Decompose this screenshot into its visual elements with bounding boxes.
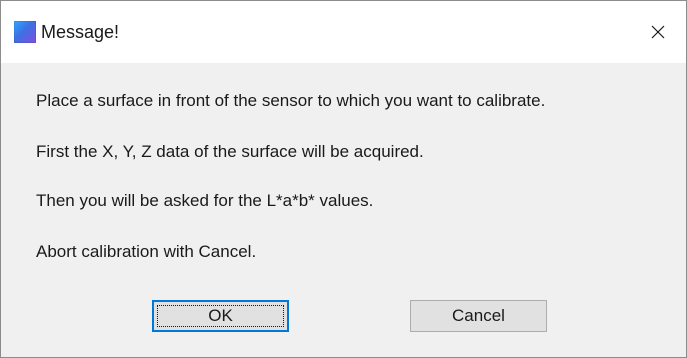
message-line-1: Place a surface in front of the sensor t… <box>36 91 546 110</box>
app-icon <box>14 21 36 43</box>
message-line-4: Abort calibration with Cancel. <box>36 242 257 261</box>
dialog-content: Place a surface in front of the sensor t… <box>1 63 686 357</box>
message-line-3: Then you will be asked for the L*a*b* va… <box>36 191 374 210</box>
cancel-button-label: Cancel <box>452 306 505 325</box>
message-line-2: First the X, Y, Z data of the surface wi… <box>36 142 424 161</box>
window-title: Message! <box>41 22 120 42</box>
cancel-button[interactable]: Cancel <box>410 300 547 332</box>
ok-button[interactable]: OK <box>152 300 289 332</box>
close-button[interactable] <box>630 1 686 63</box>
close-icon <box>651 25 665 39</box>
ok-button-label: OK <box>208 306 233 325</box>
message-dialog: Message! Place a surface in front of the… <box>0 0 687 358</box>
title-bar[interactable]: Message! <box>1 1 686 63</box>
